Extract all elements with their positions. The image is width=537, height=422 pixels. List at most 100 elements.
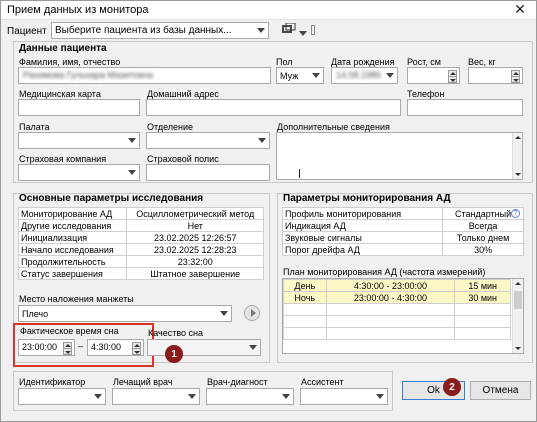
study-param-row: Мониторирование АД Осциллометрический мет… (17, 207, 264, 220)
phone-label: Телефон (407, 89, 445, 99)
chevron-down-icon (220, 309, 228, 317)
insurance-select[interactable] (18, 164, 140, 181)
plan-table: День 4:30:00 - 23:00:00 15 мин Ночь 23:00:00… (283, 279, 511, 340)
plan-empty-cell (325, 327, 456, 340)
chevron-down-icon (258, 136, 266, 144)
plan-empty-row (283, 303, 511, 316)
plan-empty-cell (283, 327, 327, 340)
extra-info-textarea[interactable] (276, 132, 523, 180)
plan-empty-row (283, 315, 511, 328)
study-param-row-key: Инициализация (17, 231, 128, 244)
plan-grid[interactable]: День 4:30:00 - 23:00:00 15 мин Ночь 23:00:00… (282, 278, 524, 354)
sleep-from-field[interactable]: 23:00:00 (18, 339, 75, 356)
plan-empty-cell (283, 303, 327, 316)
plan-cell-range: 23:00:00 - 4:30:00 (325, 291, 456, 304)
cuff-label: Место наложения манжеты (19, 294, 134, 304)
bp-param-row: Звуковые сигналы Только днем (281, 231, 524, 244)
study-param-row: Продолжительность 23:32:00 (17, 255, 264, 268)
chevron-down-icon (376, 392, 384, 400)
sleep-to-field[interactable]: 4:30:00 (87, 339, 144, 356)
sex-value: Муж (280, 70, 299, 81)
extra-info-scrollbar[interactable] (512, 133, 522, 179)
plan-row[interactable]: Ночь 23:00:00 - 4:30:00 30 мин (283, 291, 511, 304)
plan-empty-cell (325, 315, 456, 328)
med-card-field[interactable] (18, 99, 140, 116)
sleep-to-spinner[interactable] (132, 342, 141, 355)
callout-badge-1: 1 (165, 345, 183, 363)
study-param-row-key: Мониторирование АД (17, 207, 128, 220)
med-card-label: Медицинская карта (19, 89, 101, 99)
assistant-select[interactable] (300, 388, 388, 405)
plan-cell-period: День (283, 279, 327, 292)
sleep-from-value: 23:00:00 (22, 342, 58, 352)
address-label: Домашний адрес (147, 89, 219, 99)
window-title: Прием данных из монитора (7, 4, 149, 16)
plan-empty-row (283, 327, 511, 340)
bp-param-row-value: Всегда (442, 219, 524, 232)
monitor-import-icon[interactable] (281, 22, 296, 37)
patient-select[interactable]: Выберите пациента из базы данных... (51, 22, 269, 39)
close-icon[interactable]: ✕ (510, 1, 530, 18)
height-field[interactable] (407, 67, 460, 84)
fio-value: Рахимова Гульнара Мазитовна (23, 70, 154, 80)
study-param-row-key: Другие исследования (17, 219, 128, 232)
ward-select[interactable] (18, 132, 140, 149)
patient-section-title: Данные пациента (19, 43, 107, 54)
plan-scrollbar[interactable] (512, 279, 523, 353)
weight-field[interactable] (468, 67, 523, 84)
doctor-select[interactable] (112, 388, 200, 405)
play-icon (250, 309, 256, 317)
plan-empty-cell (454, 327, 511, 340)
cuff-select[interactable]: Плечо (18, 305, 232, 322)
assistant-label: Ассистент (301, 377, 344, 387)
address-field[interactable] (146, 99, 401, 116)
bp-params-table: Профиль мониторирования Стандартный Индика… (281, 207, 524, 256)
dropdown-arrow-icon[interactable] (299, 29, 307, 36)
plan-empty-cell (325, 303, 456, 316)
diag-label: Врач-диагност (207, 377, 268, 387)
cuff-value: Плечо (22, 308, 49, 319)
plan-row[interactable]: День 4:30:00 - 23:00:00 15 мин (283, 279, 511, 292)
birth-field[interactable]: 14.08.1986 (331, 67, 398, 84)
study-param-row: Инициализация 23.02.2025 12:26:57 (17, 231, 264, 244)
bp-param-row-key: Порог дрейфа АД (281, 243, 444, 256)
sleep-from-spinner[interactable] (63, 342, 72, 355)
bp-param-row-key: Профиль мониторирования (281, 207, 444, 220)
fio-label: Фамилия, имя, отчество (19, 57, 121, 67)
weight-label: Вес, кг (468, 57, 496, 67)
bp-param-row: Индикация АД Всегда (281, 219, 524, 232)
id-select[interactable] (18, 388, 106, 405)
chevron-down-icon (188, 392, 196, 400)
calendar-dropdown-icon[interactable] (386, 71, 394, 78)
study-param-row: Другие исследования Нет (17, 219, 264, 232)
chevron-down-icon (312, 71, 320, 79)
department-select[interactable] (146, 132, 270, 149)
chevron-down-icon (249, 343, 257, 351)
cuff-next-button[interactable] (244, 305, 260, 321)
patient-select-value: Выберите пациента из базы данных... (55, 25, 232, 36)
sleep-quality-label: Качество сна (148, 328, 204, 338)
phone-field[interactable] (407, 99, 523, 116)
height-spinner[interactable] (448, 70, 457, 83)
text-cursor-icon (299, 169, 300, 178)
weight-spinner[interactable] (511, 70, 520, 83)
help-icon[interactable]: ? (511, 209, 520, 218)
doctor-label: Лечащий врач (113, 377, 173, 387)
extra-info-label: Дополнительные сведения (277, 122, 390, 132)
sex-select[interactable]: Муж (276, 67, 324, 84)
plan-empty-cell (454, 315, 511, 328)
plan-cell-freq: 30 мин (454, 291, 511, 304)
diag-select[interactable] (206, 388, 294, 405)
plan-empty-cell (283, 315, 327, 328)
fio-field[interactable]: Рахимова Гульнара Мазитовна (18, 67, 271, 84)
study-section-title: Основные параметры исследования (19, 193, 204, 204)
policy-field[interactable] (146, 164, 270, 181)
bp-param-row: Порог дрейфа АД 30% (281, 243, 524, 256)
study-param-row-value: Нет (126, 219, 264, 232)
plan-scroll-thumb[interactable] (514, 291, 522, 309)
plan-label: План мониторирования АД (частота измерен… (283, 267, 486, 277)
study-param-row: Статус завершения Штатное завершение (17, 267, 264, 280)
cancel-button[interactable]: Отмена (470, 381, 531, 400)
chevron-down-icon (128, 168, 136, 176)
bp-param-row-key: Индикация АД (281, 219, 444, 232)
